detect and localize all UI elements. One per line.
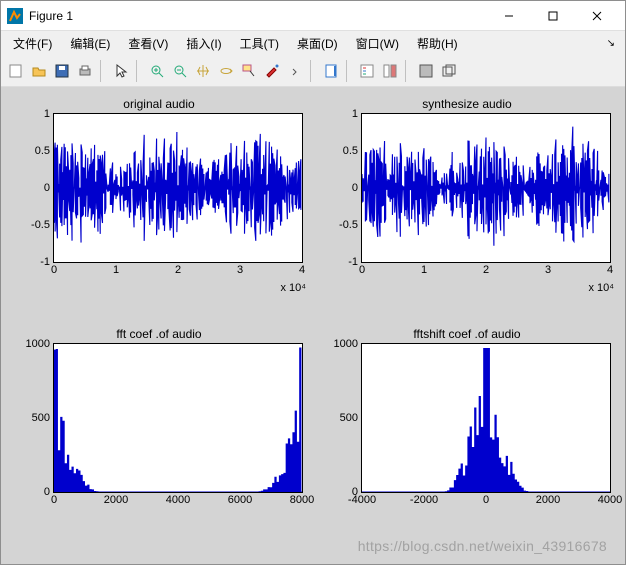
zoom-out-icon[interactable] xyxy=(169,60,191,82)
ytick: 0 xyxy=(16,182,50,194)
hide-tools-icon[interactable] xyxy=(379,60,401,82)
plot-title: fftshift coef .of audio xyxy=(323,327,611,341)
plot-title: fft coef .of audio xyxy=(15,327,303,341)
matlab-icon xyxy=(7,8,23,24)
axes[interactable]: 0500100002000400060008000 xyxy=(53,343,303,493)
xtick: 1 xyxy=(113,264,119,276)
menu-help[interactable]: 帮助(H) xyxy=(409,33,466,54)
print-icon[interactable] xyxy=(74,60,96,82)
xtick: 3 xyxy=(237,264,243,276)
subplot-2: fft coef .of audio 0500100002000400060008… xyxy=(15,327,303,551)
axes[interactable]: -1-0.500.5101234x 10⁴ xyxy=(361,113,611,263)
pan-icon[interactable] xyxy=(192,60,214,82)
close-button[interactable] xyxy=(575,2,619,30)
xtick: 4 xyxy=(607,264,613,276)
xtick: 4000 xyxy=(598,494,622,506)
x-exponent: x 10⁴ xyxy=(588,282,614,294)
axes[interactable]: -1-0.500.5101234x 10⁴ xyxy=(53,113,303,263)
menu-edit[interactable]: 编辑(E) xyxy=(62,33,118,54)
new-figure-icon[interactable] xyxy=(5,60,27,82)
xtick: 8000 xyxy=(290,494,314,506)
xtick: 2 xyxy=(175,264,181,276)
save-icon[interactable] xyxy=(51,60,73,82)
menu-desktop[interactable]: 桌面(D) xyxy=(289,33,346,54)
menu-file[interactable]: 文件(F) xyxy=(5,33,60,54)
datacursor-icon[interactable] xyxy=(238,60,260,82)
pointer-icon[interactable] xyxy=(110,60,132,82)
menu-tools[interactable]: 工具(T) xyxy=(232,33,287,54)
titlebar: Figure 1 xyxy=(1,1,625,31)
xtick: 3 xyxy=(545,264,551,276)
ytick: 1 xyxy=(324,108,358,120)
subplot-3: fftshift coef .of audio05001000-4000-200… xyxy=(323,327,611,551)
xtick: 2000 xyxy=(104,494,128,506)
ytick: 0 xyxy=(324,182,358,194)
ytick: 0.5 xyxy=(324,145,358,157)
undock-icon[interactable] xyxy=(438,60,460,82)
colorbar-icon[interactable] xyxy=(320,60,342,82)
xtick: 0 xyxy=(483,494,489,506)
zoom-in-icon[interactable] xyxy=(146,60,168,82)
ytick: 1 xyxy=(16,108,50,120)
subplot-1: synthesize audio-1-0.500.5101234x 10⁴ xyxy=(323,97,611,321)
xtick: 0 xyxy=(359,264,365,276)
xtick: 6000 xyxy=(228,494,252,506)
maximize-button[interactable] xyxy=(531,2,575,30)
ytick: 1000 xyxy=(16,338,50,350)
ytick: -1 xyxy=(16,256,50,268)
ytick: 500 xyxy=(16,412,50,424)
window-title: Figure 1 xyxy=(29,9,487,23)
xtick: 0 xyxy=(51,494,57,506)
ytick: -1 xyxy=(324,256,358,268)
xtick: 0 xyxy=(51,264,57,276)
legend-icon[interactable] xyxy=(356,60,378,82)
menu-overflow-icon[interactable]: ↘ xyxy=(601,38,621,49)
menu-view[interactable]: 查看(V) xyxy=(120,33,176,54)
xtick: 1 xyxy=(421,264,427,276)
ytick: 0 xyxy=(16,486,50,498)
ytick: -0.5 xyxy=(324,219,358,231)
ytick: 500 xyxy=(324,412,358,424)
ytick: 0.5 xyxy=(16,145,50,157)
menubar: 文件(F) 编辑(E) 查看(V) 插入(I) 工具(T) 桌面(D) 窗口(W… xyxy=(1,31,625,55)
menu-insert[interactable]: 插入(I) xyxy=(178,33,229,54)
xtick: -4000 xyxy=(348,494,376,506)
rotate3d-icon[interactable] xyxy=(215,60,237,82)
figure-area: original audio-1-0.500.5101234x 10⁴synth… xyxy=(1,87,625,564)
xtick: 4000 xyxy=(166,494,190,506)
menu-window[interactable]: 窗口(W) xyxy=(348,33,407,54)
plot-title: synthesize audio xyxy=(323,97,611,111)
brush-icon[interactable] xyxy=(261,60,283,82)
ytick: -0.5 xyxy=(16,219,50,231)
xtick: 4 xyxy=(299,264,305,276)
toolbar xyxy=(1,55,625,87)
link-icon[interactable] xyxy=(284,60,306,82)
xtick: 2000 xyxy=(536,494,560,506)
plot-title: original audio xyxy=(15,97,303,111)
xtick: -2000 xyxy=(410,494,438,506)
axes[interactable]: 05001000-4000-2000020004000 xyxy=(361,343,611,493)
open-icon[interactable] xyxy=(28,60,50,82)
minimize-button[interactable] xyxy=(487,2,531,30)
xtick: 2 xyxy=(483,264,489,276)
dock-icon[interactable] xyxy=(415,60,437,82)
x-exponent: x 10⁴ xyxy=(280,282,306,294)
ytick: 1000 xyxy=(324,338,358,350)
subplot-0: original audio-1-0.500.5101234x 10⁴ xyxy=(15,97,303,321)
